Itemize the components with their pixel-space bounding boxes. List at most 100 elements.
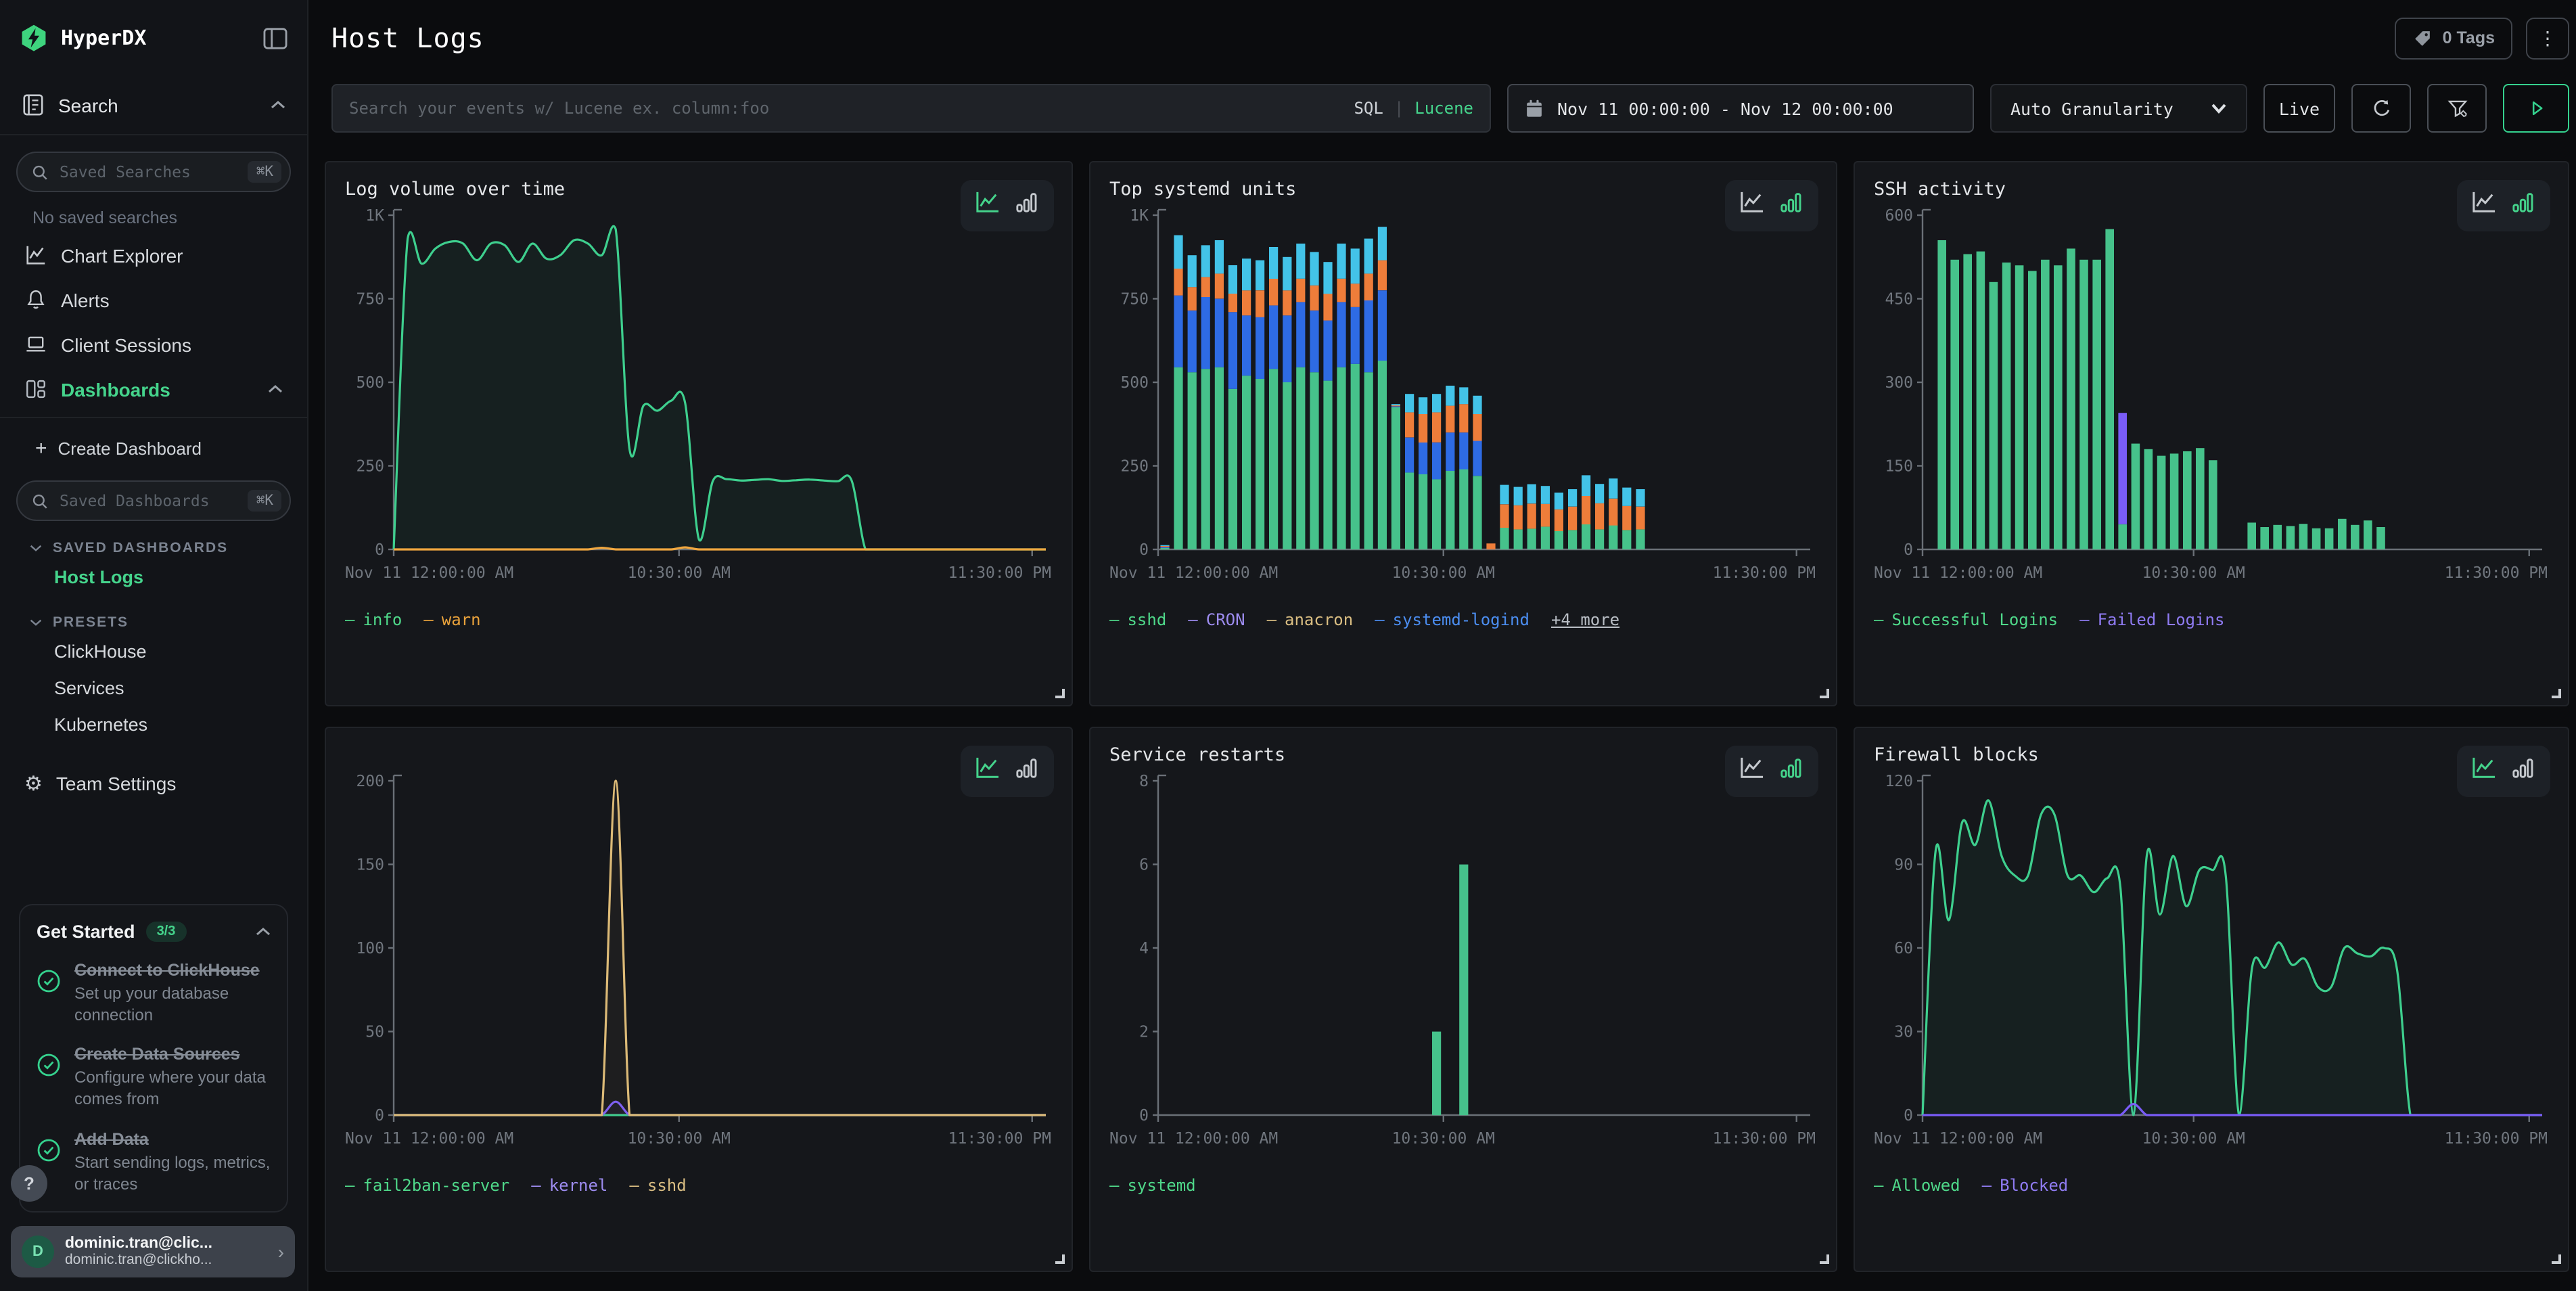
user-menu[interactable]: D dominic.tran@clic... dominic.tran@clic… [11, 1226, 295, 1277]
check-circle-icon [37, 1137, 61, 1162]
sql-option[interactable]: SQL [1354, 99, 1383, 118]
legend-item-allowed[interactable]: —Allowed [1874, 1176, 1960, 1195]
chart-panel-service-restarts: Service restarts86420Nov 11 12:00:00 AM1… [1089, 727, 1837, 1272]
legend-item-anacron[interactable]: —anacron [1267, 610, 1354, 629]
check-circle-icon [37, 1054, 61, 1078]
sidebar-item-team-settings[interactable]: ⚙ Team Settings [24, 773, 291, 794]
panel-resize-handle[interactable] [1055, 1254, 1065, 1264]
sidebar-item-client-sessions[interactable]: Client Sessions [16, 322, 291, 367]
chart-canvas[interactable]: 1209060300Nov 11 12:00:00 AM10:30:00 AM1… [1874, 769, 2549, 1164]
legend-item-failed-logins[interactable]: —Failed Logins [2079, 610, 2224, 629]
refresh-button[interactable] [2351, 84, 2411, 133]
chevron-up-icon[interactable] [256, 927, 271, 936]
sidebar-item-services[interactable]: Services [16, 670, 291, 706]
section-presets[interactable]: PRESETS [30, 614, 291, 631]
legend-label: Allowed [1891, 1176, 1960, 1195]
svg-text:150: 150 [1885, 458, 1913, 476]
filter-button[interactable] [2427, 84, 2487, 133]
more-menu-button[interactable]: ⋮ [2526, 17, 2569, 59]
bar-mode-button[interactable] [1015, 191, 1039, 221]
saved-searches-input[interactable]: Saved Searches ⌘K [16, 152, 291, 192]
sidebar-item-clickhouse[interactable]: ClickHouse [16, 633, 291, 670]
get-started-card: Get Started 3/3 Connect to ClickHouse Se… [19, 904, 288, 1213]
line-mode-button[interactable] [2472, 191, 2496, 221]
svg-text:0: 0 [375, 541, 384, 559]
panel-resize-handle[interactable] [2552, 689, 2561, 698]
legend-item-info[interactable]: —info [345, 610, 402, 629]
user-name: dominic.tran@clic... [65, 1236, 267, 1252]
live-button[interactable]: Live [2263, 84, 2335, 133]
event-search-input[interactable]: Search your events w/ Lucene ex. column:… [331, 84, 1491, 133]
line-mode-button[interactable] [975, 191, 1000, 221]
query-language-toggle[interactable]: SQL | Lucene [1354, 99, 1473, 118]
chart-area: 86420Nov 11 12:00:00 AM10:30:00 AM11:30:… [1109, 769, 1817, 1171]
legend-item-warn[interactable]: —warn [423, 610, 480, 629]
legend-item-fail2ban-server[interactable]: —fail2ban-server [345, 1176, 509, 1195]
event-search-placeholder: Search your events w/ Lucene ex. column:… [349, 99, 1340, 118]
chart-canvas[interactable]: 86420Nov 11 12:00:00 AM10:30:00 AM11:30:… [1109, 769, 1817, 1164]
line-mode-button[interactable] [975, 756, 1000, 786]
panel-resize-handle[interactable] [1820, 689, 1829, 698]
legend-item-sshd[interactable]: —sshd [629, 1176, 686, 1195]
get-started-step-connect[interactable]: Connect to ClickHouse Set up your databa… [37, 961, 271, 1026]
lucene-option[interactable]: Lucene [1414, 99, 1473, 118]
legend-label: Failed Logins [2098, 610, 2225, 629]
svg-text:50: 50 [365, 1024, 384, 1041]
chart-canvas[interactable]: 1K7505002500Nov 11 12:00:00 AM10:30:00 A… [1109, 203, 1817, 598]
play-icon [2525, 97, 2547, 119]
chart-mode-toggle [2457, 180, 2550, 231]
saved-dashboards-input[interactable]: Saved Dashboards ⌘K [16, 480, 291, 521]
panel-resize-handle[interactable] [1055, 689, 1065, 698]
svg-text:150: 150 [356, 857, 384, 874]
create-dashboard-button[interactable]: + Create Dashboard [16, 426, 291, 470]
sidebar-item-alerts[interactable]: Alerts [16, 277, 291, 322]
section-label: PRESETS [53, 614, 129, 631]
saved-dashboards-placeholder: Saved Dashboards [60, 491, 237, 510]
sidebar-item-host-logs[interactable]: Host Logs [16, 559, 291, 595]
panel-resize-handle[interactable] [2552, 1254, 2561, 1264]
help-button[interactable]: ? [11, 1165, 47, 1202]
bar-mode-button[interactable] [1015, 756, 1039, 786]
legend-item-blocked[interactable]: —Blocked [1982, 1176, 2069, 1195]
filter-edit-icon [2445, 97, 2468, 120]
line-mode-button[interactable] [1740, 756, 1764, 786]
line-mode-button[interactable] [2472, 756, 2496, 786]
sidebar-item-search[interactable]: Search [0, 76, 307, 135]
chart-canvas[interactable]: 6004503001500Nov 11 12:00:00 AM10:30:00 … [1874, 203, 2549, 598]
svg-text:10:30:00 AM: 10:30:00 AM [1392, 564, 1495, 582]
sidebar-item-dashboards[interactable]: Dashboards [16, 367, 291, 411]
legend-item-systemd-logind[interactable]: —systemd-logind [1375, 610, 1530, 629]
sidebar-item-kubernetes[interactable]: Kubernetes [16, 706, 291, 743]
bar-mode-button[interactable] [1779, 191, 1803, 221]
chevron-up-icon [271, 100, 285, 110]
run-query-button[interactable] [2503, 84, 2569, 133]
bar-mode-button[interactable] [2511, 756, 2535, 786]
tags-button[interactable]: 0 Tags [2395, 17, 2512, 59]
get-started-step-sources[interactable]: Create Data Sources Configure where your… [37, 1045, 271, 1111]
search-icon [31, 492, 49, 509]
svg-text:30: 30 [1894, 1024, 1913, 1041]
legend-more-link[interactable]: +4 more [1551, 610, 1619, 629]
legend-item-cron[interactable]: —CRON [1188, 610, 1245, 629]
time-range-picker[interactable]: Nov 11 00:00:00 - Nov 12 00:00:00 [1507, 84, 1974, 133]
shortcut-badge: ⌘K [248, 490, 281, 512]
bar-mode-button[interactable] [2511, 191, 2535, 221]
section-saved-dashboards[interactable]: SAVED DASHBOARDS [30, 540, 291, 556]
bar-mode-button[interactable] [1779, 756, 1803, 786]
sidebar-item-chart-explorer[interactable]: Chart Explorer [16, 233, 291, 277]
legend-item-successful-logins[interactable]: —Successful Logins [1874, 610, 2058, 629]
legend-item-kernel[interactable]: —kernel [531, 1176, 607, 1195]
collapse-sidebar-icon[interactable] [262, 26, 288, 49]
granularity-select[interactable]: Auto Granularity [1990, 84, 2247, 133]
step-title: Add Data [74, 1129, 271, 1148]
line-mode-button[interactable] [1740, 191, 1764, 221]
legend-dash: — [345, 1176, 354, 1195]
legend-dash: — [1874, 610, 1883, 629]
get-started-step-add-data[interactable]: Add Data Start sending logs, metrics, or… [37, 1129, 271, 1195]
sidebar-item-label: Client Sessions [61, 334, 283, 355]
chart-canvas[interactable]: 200150100500Nov 11 12:00:00 AM10:30:00 A… [345, 769, 1053, 1164]
legend-item-systemd[interactable]: —systemd [1109, 1176, 1196, 1195]
chart-canvas[interactable]: 1K7505002500Nov 11 12:00:00 AM10:30:00 A… [345, 203, 1053, 598]
legend-item-sshd[interactable]: —sshd [1109, 610, 1166, 629]
panel-resize-handle[interactable] [1820, 1254, 1829, 1264]
